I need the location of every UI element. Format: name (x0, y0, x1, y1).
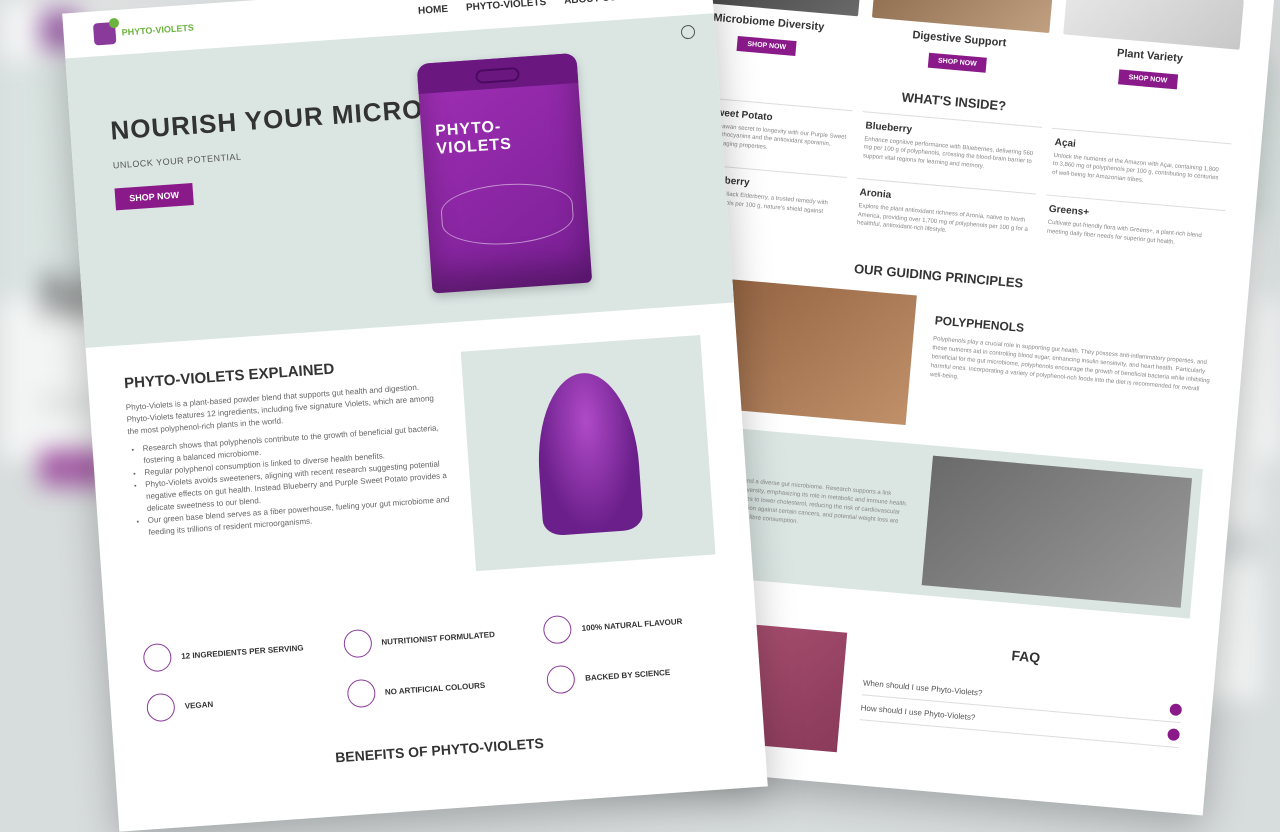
benefit-card: Digestive Support SHOP NOW (868, 0, 1053, 78)
feature-label: NO ARTIFICIAL COLOURS (385, 680, 486, 696)
shop-now-button[interactable]: SHOP NOW (1118, 69, 1178, 89)
search-icon[interactable] (681, 25, 696, 40)
ingredients-icon (142, 643, 172, 673)
feature-label: 12 INGREDIENTS PER SERVING (181, 643, 304, 661)
feature-label: 100% NATURAL FLAVOUR (581, 616, 682, 632)
shop-now-button[interactable]: SHOP NOW (737, 36, 797, 56)
ingredient-item: BlueberryEnhance cognitive performance w… (858, 111, 1042, 184)
feature-item: 12 INGREDIENTS PER SERVING (142, 632, 320, 672)
science-icon (546, 665, 576, 695)
principle-image (922, 456, 1192, 608)
natural-icon (543, 615, 573, 645)
expand-icon (1169, 704, 1182, 717)
nutritionist-icon (343, 629, 373, 659)
shop-now-button[interactable]: SHOP NOW (927, 53, 987, 73)
logo-mark-icon (93, 22, 116, 45)
explained-section: PHYTO-VIOLETS EXPLAINED Phyto-Violets is… (86, 303, 754, 628)
brand-logo[interactable]: PHYTO-VIOLETS (93, 16, 195, 45)
feature-item: 100% NATURAL FLAVOUR (543, 604, 721, 644)
benefit-image (1063, 0, 1244, 50)
glass-image (461, 335, 716, 571)
ingredient-item: AçaiUnlock the nutrients of the Amazon w… (1047, 128, 1231, 201)
nav-home[interactable]: HOME (418, 4, 449, 17)
faq-text: How should I use Phyto-Violets? (860, 703, 975, 722)
vegan-icon (146, 693, 176, 723)
feature-label: VEGAN (184, 699, 213, 710)
splash-icon (533, 370, 644, 537)
ingredient-item: AroniaExplore the plant antioxidant rich… (852, 178, 1036, 251)
pouch-label: PHYTO-VIOLETS (435, 114, 569, 159)
product-pouch-front: PHYTO-VIOLETS (417, 53, 593, 294)
hero-section: NOURISH YOUR MICROBIOME, UNLOCK YOUR POT… (65, 13, 734, 348)
nav-contact[interactable]: CONTACT (634, 0, 683, 2)
nav-phytoviolets[interactable]: PHYTO-VIOLETS (466, 0, 547, 13)
benefit-card: Plant Variety SHOP NOW (1059, 0, 1244, 95)
feature-label: NUTRITIONIST FORMULATED (381, 630, 495, 647)
shop-now-button[interactable]: SHOP NOW (115, 183, 194, 210)
faq-text: When should I use Phyto-Violets? (863, 678, 983, 697)
feature-item: NUTRITIONIST FORMULATED (343, 618, 521, 658)
feature-item: NO ARTIFICIAL COLOURS (346, 668, 524, 708)
mockup-panel-1: PHYTO-VIOLETS HOME PHYTO-VIOLETS ABOUT U… (62, 0, 768, 832)
no-artificial-icon (346, 679, 376, 709)
product-image: PHYTO-VIOLETS PHYTO-VIOLETS (417, 46, 695, 324)
brand-name: PHYTO-VIOLETS (121, 22, 194, 37)
expand-icon (1167, 728, 1180, 741)
nav-about[interactable]: ABOUT US (564, 0, 617, 7)
feature-item: BACKED BY SCIENCE (546, 654, 724, 694)
feature-item: VEGAN (146, 682, 324, 722)
ingredient-item: Greens+Cultivate gut-friendly flora with… (1041, 195, 1225, 268)
feature-label: BACKED BY SCIENCE (585, 667, 671, 682)
